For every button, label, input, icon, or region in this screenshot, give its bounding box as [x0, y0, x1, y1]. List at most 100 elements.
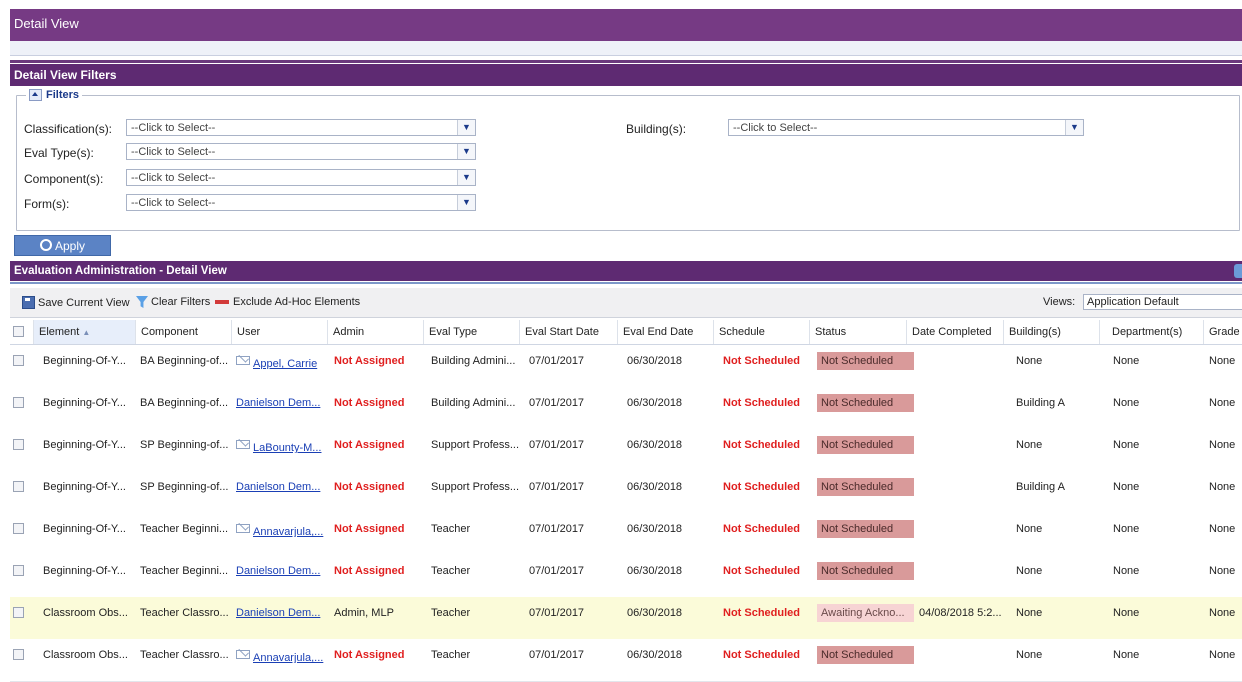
cell-user[interactable]: Annavarjula,... — [236, 521, 326, 537]
cell-element: Beginning-Of-Y... — [43, 353, 135, 369]
column-header-element[interactable]: Element ▲ — [33, 320, 135, 344]
cell-departments: None — [1113, 353, 1193, 369]
cell-schedule: Not Scheduled — [723, 395, 813, 411]
select-all-checkbox[interactable] — [13, 326, 24, 337]
building-select-value: --Click to Select-- — [733, 122, 818, 134]
column-header-eval-start[interactable]: Eval Start Date — [519, 320, 617, 344]
cell-eval-end: 06/30/2018 — [627, 353, 717, 369]
cell-schedule-text: Not Scheduled — [723, 481, 801, 493]
classification-label: Classification(s): — [24, 122, 113, 136]
row-checkbox[interactable] — [13, 397, 24, 408]
window-title: Detail View — [14, 16, 79, 31]
cell-user[interactable]: Annavarjula,... — [236, 647, 326, 663]
chevron-down-icon[interactable]: ▼ — [457, 144, 475, 159]
cell-user[interactable]: Danielson Dem... — [236, 605, 326, 621]
column-header-admin[interactable]: Admin — [327, 320, 423, 344]
filters-legend[interactable]: Filters — [26, 88, 83, 102]
cell-eval-type: Teacher — [431, 521, 527, 537]
row-checkbox[interactable] — [13, 355, 24, 366]
cell-eval-end-text: 06/30/2018 — [627, 607, 683, 619]
table-row[interactable]: Beginning-Of-Y... Teacher Beginni... Danie… — [10, 555, 1242, 598]
cell-user[interactable]: Danielson Dem... — [236, 395, 326, 411]
email-icon[interactable] — [236, 650, 250, 659]
eval-type-select[interactable]: --Click to Select-- ▼ — [126, 143, 476, 160]
form-select[interactable]: --Click to Select-- ▼ — [126, 194, 476, 211]
cell-element-text: Classroom Obs... — [43, 649, 128, 661]
cell-component-text: Teacher Beginni... — [140, 565, 229, 577]
table-row[interactable]: Beginning-Of-Y... BA Beginning-of... Danie… — [10, 387, 1242, 430]
views-select[interactable]: Application Default ▼ — [1083, 294, 1242, 310]
cell-eval-start-text: 07/01/2017 — [529, 607, 585, 619]
column-header-label: Eval Start Date — [525, 326, 599, 338]
cell-grade: None — [1209, 563, 1242, 579]
row-checkbox[interactable] — [13, 649, 24, 660]
user-link[interactable]: Danielson Dem... — [236, 607, 320, 619]
email-icon[interactable] — [236, 440, 250, 449]
column-header-eval-end[interactable]: Eval End Date — [617, 320, 713, 344]
row-checkbox[interactable] — [13, 523, 24, 534]
component-select[interactable]: --Click to Select-- ▼ — [126, 169, 476, 186]
cell-date-completed-text: 04/08/2018 5:2... — [919, 607, 1002, 619]
cell-departments-text: None — [1113, 481, 1140, 493]
cell-user[interactable]: Danielson Dem... — [236, 479, 326, 495]
user-link[interactable]: Danielson Dem... — [236, 481, 320, 493]
row-checkbox[interactable] — [13, 439, 24, 450]
email-icon[interactable] — [236, 356, 250, 365]
cell-date-completed — [919, 563, 1009, 579]
table-row[interactable]: Beginning-Of-Y... SP Beginning-of... Danie… — [10, 471, 1242, 514]
exclude-adhoc-button[interactable]: Exclude Ad-Hoc Elements — [215, 296, 360, 308]
table-row[interactable]: Classroom Obs... Teacher Classro... Annava… — [10, 639, 1242, 682]
cell-eval-end-text: 06/30/2018 — [627, 397, 683, 409]
chevron-down-icon[interactable]: ▼ — [457, 195, 475, 210]
cell-element: Beginning-Of-Y... — [43, 437, 135, 453]
chevron-down-icon[interactable]: ▼ — [457, 170, 475, 185]
form-label: Form(s): — [24, 197, 70, 211]
user-link[interactable]: Danielson Dem... — [236, 565, 320, 577]
table-row[interactable]: Beginning-Of-Y... Teacher Beginni... Annav… — [10, 513, 1242, 556]
classification-select[interactable]: --Click to Select-- ▼ — [126, 119, 476, 136]
save-view-button[interactable]: Save Current View — [22, 296, 130, 309]
table-row[interactable]: Beginning-Of-Y... SP Beginning-of... LaBou… — [10, 429, 1242, 472]
cell-user[interactable]: LaBounty-M... — [236, 437, 326, 453]
user-link[interactable]: LaBounty-M... — [253, 442, 321, 453]
cell-eval-end: 06/30/2018 — [627, 605, 717, 621]
row-checkbox[interactable] — [13, 481, 24, 492]
help-icon[interactable] — [1234, 264, 1242, 278]
status-badge: Not Scheduled — [817, 478, 914, 496]
column-header-component[interactable]: Component — [135, 320, 231, 344]
cell-element-text: Beginning-Of-Y... — [43, 355, 126, 367]
column-header-buildings[interactable]: Building(s) — [1003, 320, 1099, 344]
column-header-departments[interactable]: Department(s) — [1099, 320, 1203, 344]
user-link[interactable]: Annavarjula,... — [253, 526, 323, 537]
cell-user[interactable]: Danielson Dem... — [236, 563, 326, 579]
clear-filters-button[interactable]: Clear Filters — [136, 296, 210, 308]
row-checkbox[interactable] — [13, 607, 24, 618]
chevron-down-icon[interactable]: ▼ — [1065, 120, 1083, 135]
column-header-date-completed[interactable]: Date Completed — [906, 320, 1003, 344]
column-header-eval-type[interactable]: Eval Type — [423, 320, 519, 344]
clear-filters-label: Clear Filters — [151, 296, 211, 308]
table-row[interactable]: Beginning-Of-Y... BA Beginning-of... Appel… — [10, 345, 1242, 388]
column-header-user[interactable]: User — [231, 320, 327, 344]
cell-element-text: Beginning-Of-Y... — [43, 481, 126, 493]
table-row[interactable]: Classroom Obs... Teacher Classro... Daniel… — [10, 597, 1242, 640]
email-icon[interactable] — [236, 524, 250, 533]
cell-eval-end: 06/30/2018 — [627, 395, 717, 411]
collapse-toggle-icon[interactable] — [29, 89, 42, 101]
column-header-label: Eval End Date — [623, 326, 694, 338]
cell-user[interactable]: Appel, Carrie — [236, 353, 326, 369]
grid-header: Evaluation Administration - Detail View — [10, 261, 1242, 281]
row-checkbox[interactable] — [13, 565, 24, 576]
column-header-grade[interactable]: Grade — [1203, 320, 1242, 344]
building-select[interactable]: --Click to Select-- ▼ — [728, 119, 1084, 136]
cell-eval-start-text: 07/01/2017 — [529, 565, 585, 577]
cell-element: Classroom Obs... — [43, 605, 135, 621]
chevron-down-icon[interactable]: ▼ — [457, 120, 475, 135]
column-header-status[interactable]: Status — [809, 320, 906, 344]
cell-eval-end: 06/30/2018 — [627, 521, 717, 537]
user-link[interactable]: Danielson Dem... — [236, 397, 320, 409]
status-badge: Not Scheduled — [817, 646, 914, 664]
apply-button[interactable]: Apply — [14, 235, 111, 256]
user-link[interactable]: Appel, Carrie — [253, 358, 317, 369]
column-header-schedule[interactable]: Schedule — [713, 320, 809, 344]
